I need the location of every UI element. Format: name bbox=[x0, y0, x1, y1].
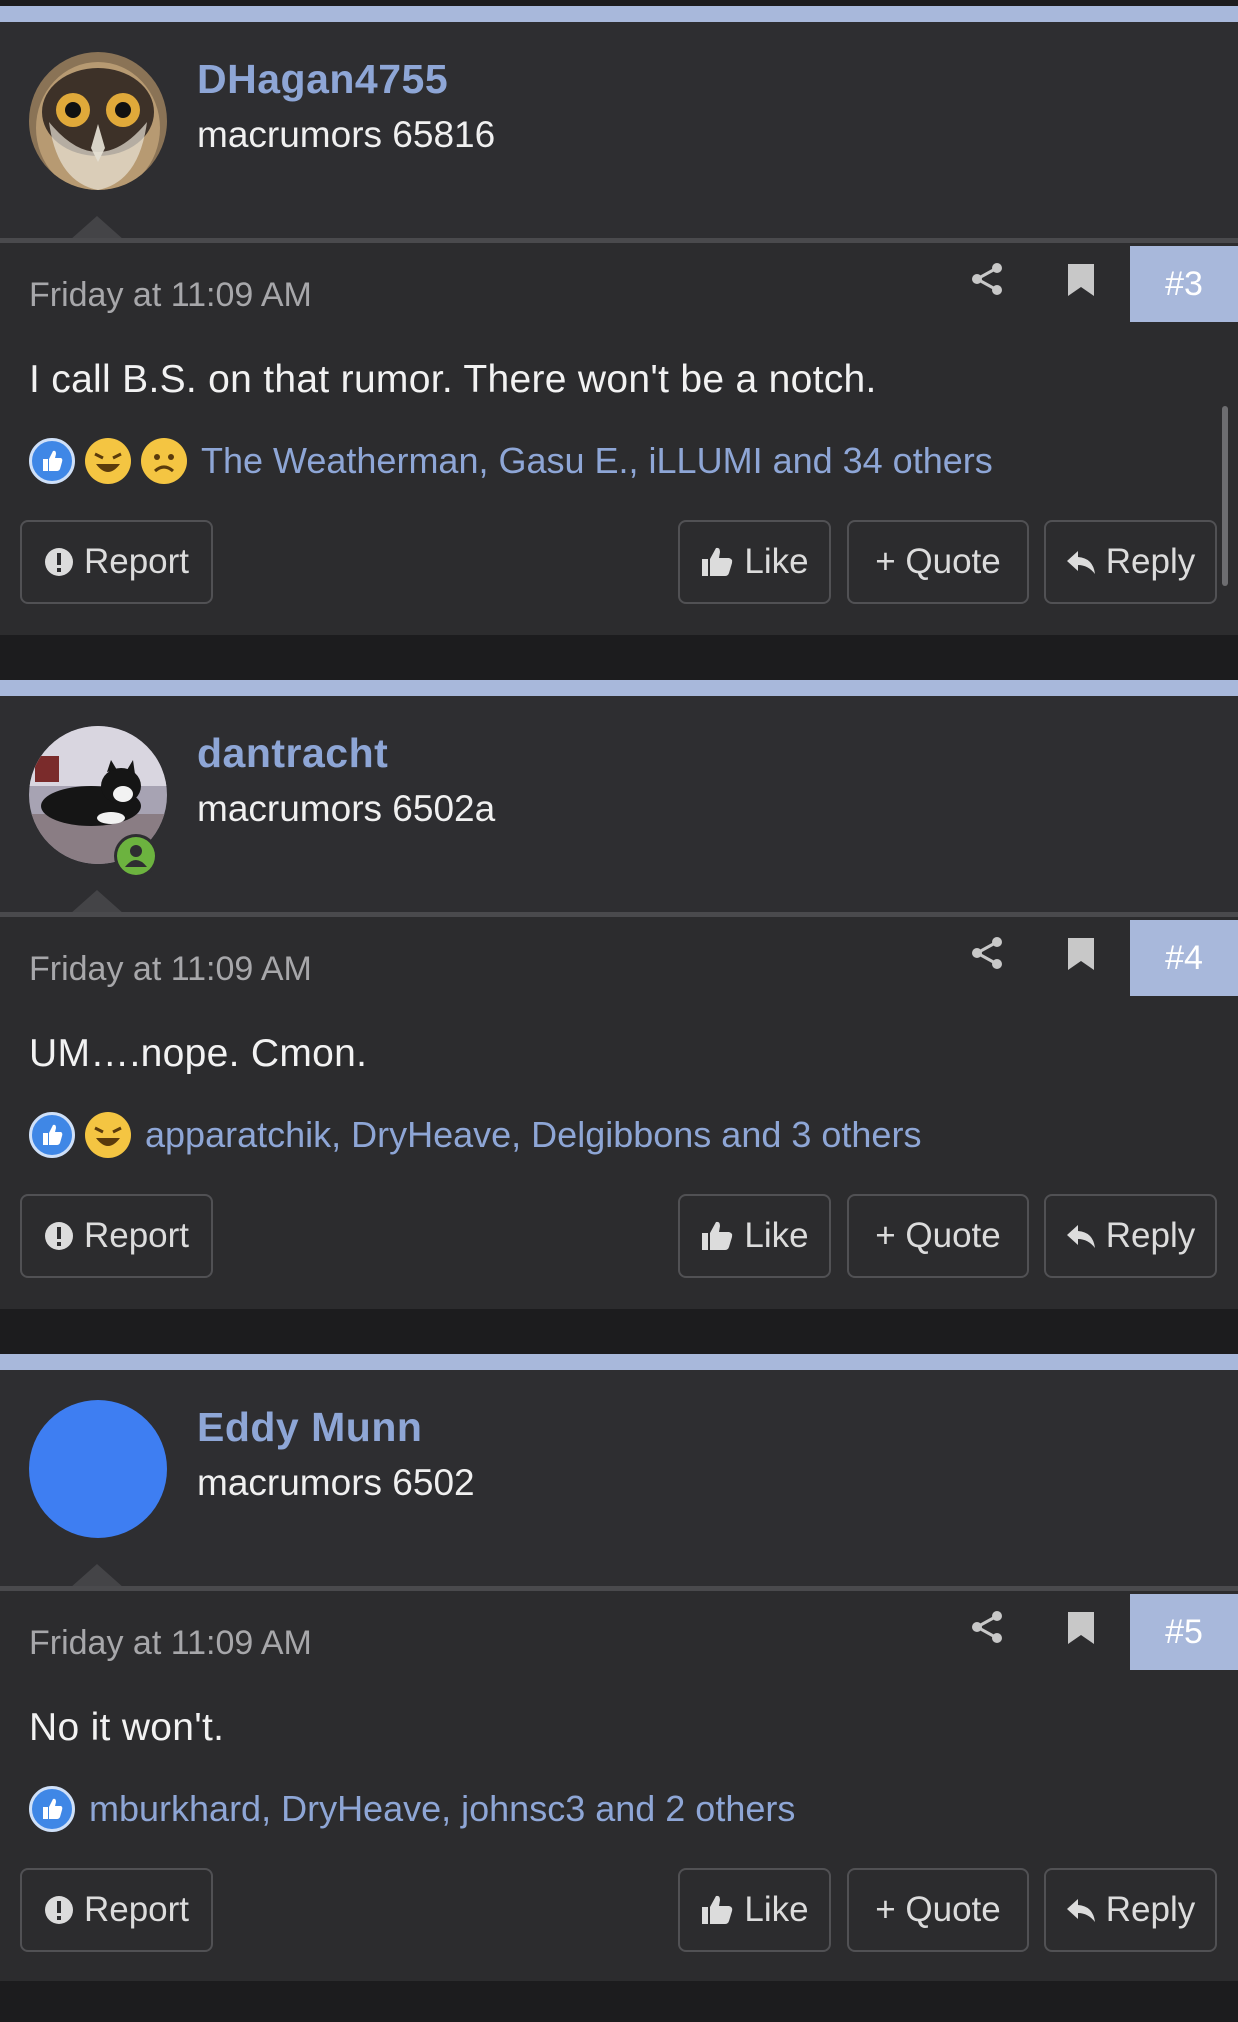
sad-reaction-icon[interactable] bbox=[141, 438, 187, 484]
report-icon bbox=[44, 1221, 74, 1251]
post-date[interactable]: Friday at 11:09 AM bbox=[29, 950, 312, 989]
reply-label: Reply bbox=[1105, 1890, 1196, 1929]
report-label: Report bbox=[83, 1890, 190, 1929]
user-caret bbox=[70, 890, 124, 914]
reacted-by-list[interactable]: mburkhard, DryHeave, johnsc3 and 2 other… bbox=[89, 1788, 795, 1830]
like-label: Like bbox=[744, 542, 809, 581]
reply-button[interactable]: Reply bbox=[1044, 1868, 1217, 1952]
user-header bbox=[0, 696, 1238, 912]
user-header bbox=[0, 1370, 1238, 1586]
post-number[interactable]: #3 bbox=[1130, 246, 1238, 322]
user-caret bbox=[70, 1564, 124, 1588]
username[interactable]: DHagan4755 bbox=[197, 56, 448, 103]
reactions-bar: mburkhard, DryHeave, johnsc3 and 2 other… bbox=[29, 1784, 795, 1834]
share-icon[interactable] bbox=[970, 262, 1004, 296]
quote-label: + Quote bbox=[875, 1216, 1001, 1255]
post-number[interactable]: #5 bbox=[1130, 1594, 1238, 1670]
post-top-bar bbox=[0, 6, 1238, 22]
reply-icon bbox=[1066, 1897, 1096, 1923]
post-message: I call B.S. on that rumor. There won't b… bbox=[29, 358, 877, 401]
blue-circle-avatar[interactable] bbox=[29, 1400, 167, 1538]
like-reaction-icon[interactable] bbox=[29, 438, 75, 484]
user-header bbox=[0, 22, 1238, 238]
username[interactable]: Eddy Munn bbox=[197, 1404, 422, 1451]
share-icon[interactable] bbox=[970, 1610, 1004, 1644]
thumbs-up-icon bbox=[700, 1220, 734, 1252]
bookmark-icon[interactable] bbox=[1068, 264, 1094, 296]
post-top-bar bbox=[0, 680, 1238, 696]
thumbs-up-icon bbox=[700, 546, 734, 578]
post-date[interactable]: Friday at 11:09 AM bbox=[29, 276, 312, 315]
laughing-reaction-icon[interactable] bbox=[85, 1112, 131, 1158]
post-5: Eddy Munn macrumors 6502 Friday at 11:09… bbox=[0, 1348, 1238, 2022]
post-message: UM….nope. Cmon. bbox=[29, 1032, 368, 1075]
post-4: dantracht macrumors 6502a Friday at 11:0… bbox=[0, 674, 1238, 1348]
reactions-bar: apparatchik, DryHeave, Delgibbons and 3 … bbox=[29, 1110, 921, 1160]
reply-button[interactable]: Reply bbox=[1044, 520, 1217, 604]
reactions-bar: The Weatherman, Gasu E., iLLUMI and 34 o… bbox=[29, 436, 993, 486]
reply-icon bbox=[1066, 1223, 1096, 1249]
report-icon bbox=[44, 547, 74, 577]
reply-button[interactable]: Reply bbox=[1044, 1194, 1217, 1278]
like-reaction-icon[interactable] bbox=[29, 1786, 75, 1832]
quote-button[interactable]: + Quote bbox=[847, 1194, 1029, 1278]
post-3: DHagan4755 macrumors 65816 Friday at 11:… bbox=[0, 0, 1238, 674]
like-reaction-icon[interactable] bbox=[29, 1112, 75, 1158]
post-top-bar bbox=[0, 1354, 1238, 1370]
owl-avatar[interactable] bbox=[29, 52, 167, 190]
online-status-icon bbox=[114, 834, 158, 878]
reply-label: Reply bbox=[1105, 1216, 1196, 1255]
username[interactable]: dantracht bbox=[197, 730, 388, 777]
scrollbar[interactable] bbox=[1222, 406, 1228, 586]
report-button[interactable]: Report bbox=[20, 1194, 213, 1278]
quote-label: + Quote bbox=[875, 1890, 1001, 1929]
quote-label: + Quote bbox=[875, 542, 1001, 581]
report-button[interactable]: Report bbox=[20, 1868, 213, 1952]
report-label: Report bbox=[83, 542, 190, 581]
like-button[interactable]: Like bbox=[678, 1194, 831, 1278]
laughing-reaction-icon[interactable] bbox=[85, 438, 131, 484]
reacted-by-list[interactable]: The Weatherman, Gasu E., iLLUMI and 34 o… bbox=[201, 440, 993, 482]
reply-icon bbox=[1066, 549, 1096, 575]
reply-label: Reply bbox=[1105, 542, 1196, 581]
reacted-by-list[interactable]: apparatchik, DryHeave, Delgibbons and 3 … bbox=[145, 1114, 921, 1156]
like-label: Like bbox=[744, 1216, 809, 1255]
user-title: macrumors 6502a bbox=[197, 788, 496, 829]
report-icon bbox=[44, 1895, 74, 1925]
share-icon[interactable] bbox=[970, 936, 1004, 970]
post-date[interactable]: Friday at 11:09 AM bbox=[29, 1624, 312, 1663]
bookmark-icon[interactable] bbox=[1068, 1612, 1094, 1644]
user-caret bbox=[70, 216, 124, 240]
report-button[interactable]: Report bbox=[20, 520, 213, 604]
like-button[interactable]: Like bbox=[678, 1868, 831, 1952]
like-button[interactable]: Like bbox=[678, 520, 831, 604]
user-title: macrumors 65816 bbox=[197, 114, 496, 155]
quote-button[interactable]: + Quote bbox=[847, 1868, 1029, 1952]
user-title: macrumors 6502 bbox=[197, 1462, 475, 1503]
thumbs-up-icon bbox=[700, 1894, 734, 1926]
bookmark-icon[interactable] bbox=[1068, 938, 1094, 970]
report-label: Report bbox=[83, 1216, 190, 1255]
quote-button[interactable]: + Quote bbox=[847, 520, 1029, 604]
like-label: Like bbox=[744, 1890, 809, 1929]
post-number[interactable]: #4 bbox=[1130, 920, 1238, 996]
post-message: No it won't. bbox=[29, 1706, 225, 1749]
